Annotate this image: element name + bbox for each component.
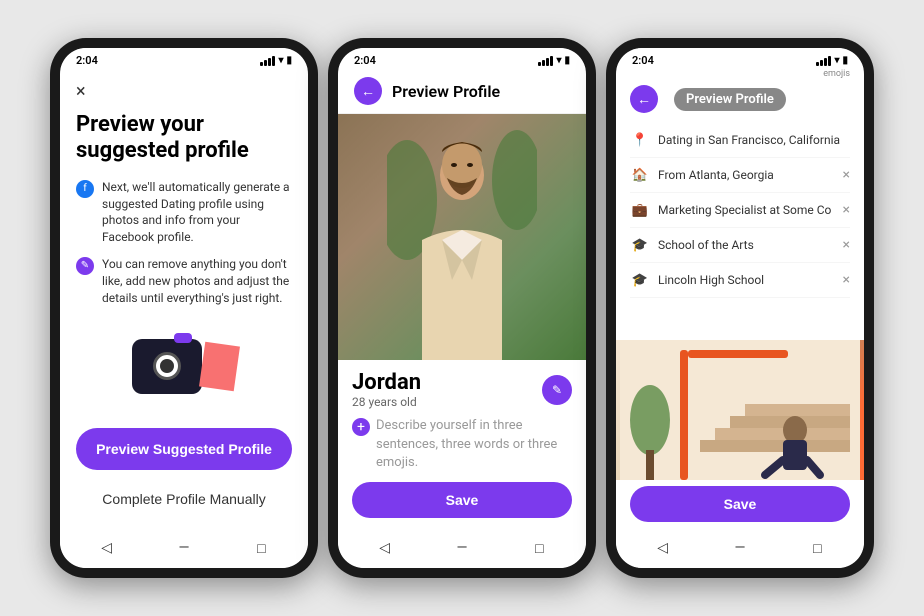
phone3-header-row: ← Preview Profile	[616, 81, 864, 119]
pencil-icon: ✎	[76, 257, 94, 275]
signal-icon	[260, 56, 275, 66]
photo-card-2	[199, 341, 240, 390]
recents-nav-3[interactable]: □	[805, 536, 829, 560]
nav-bar-1: ◁ — □	[60, 528, 308, 568]
wifi-icon-2: ▾	[556, 55, 561, 66]
bio-placeholder-text: Describe yourself in three sentences, th…	[376, 417, 572, 472]
info-item-2: ✎ You can remove anything you don't like…	[76, 256, 292, 306]
detail-text-5: Lincoln High School	[658, 273, 835, 287]
detail-item-3: 💼 Marketing Specialist at Some Co ×	[630, 193, 850, 228]
signal-icon-2	[538, 56, 553, 66]
info-item-1: f Next, we'll automatically generate a s…	[76, 179, 292, 246]
phone3-photo	[616, 340, 864, 480]
phones-container: 2:04 ▾ ▮ × Preview your suggested profil…	[40, 28, 884, 588]
bio-placeholder: + Describe yourself in three sentences, …	[352, 417, 572, 472]
person-image	[387, 120, 537, 360]
header-title-2: Preview Profile	[392, 82, 500, 101]
back-nav-3[interactable]: ◁	[651, 536, 675, 560]
location-icon: 📍	[630, 130, 650, 150]
status-icons-1: ▾ ▮	[260, 55, 292, 66]
page-title: Preview your suggested profile	[76, 112, 292, 165]
time-3: 2:04	[632, 54, 654, 67]
phone1-buttons: Preview Suggested Profile Complete Profi…	[60, 428, 308, 528]
briefcase-icon: 💼	[630, 200, 650, 220]
remove-detail-5[interactable]: ×	[843, 272, 850, 288]
battery-icon: ▮	[286, 55, 292, 66]
close-button[interactable]: ×	[76, 81, 292, 102]
phone-3-screen: 2:04 ▾ ▮ emojis ← Preview	[616, 48, 864, 568]
detail-item-5: 🎓 Lincoln High School ×	[630, 263, 850, 298]
staircase-svg	[620, 340, 860, 480]
camera-flash	[174, 333, 192, 343]
back-button-3[interactable]: ←	[630, 85, 658, 113]
profile-info-overlay: Jordan 28 years old ✎ + Describe yoursel…	[338, 360, 586, 528]
back-button-2[interactable]: ←	[354, 77, 382, 105]
emojis-label: emojis	[616, 69, 864, 81]
status-bar-3: 2:04 ▾ ▮	[616, 48, 864, 69]
complete-manually-button[interactable]: Complete Profile Manually	[76, 478, 292, 520]
info-text-2: You can remove anything you don't like, …	[102, 256, 292, 306]
wifi-icon: ▾	[278, 55, 283, 66]
camera-lens	[153, 352, 181, 380]
remove-detail-4[interactable]: ×	[843, 237, 850, 253]
back-nav-2[interactable]: ◁	[373, 536, 397, 560]
profile-name: Jordan	[352, 370, 421, 395]
preview-profile-badge: Preview Profile	[674, 88, 786, 111]
facebook-icon: f	[76, 180, 94, 198]
detail-text-2: From Atlanta, Georgia	[658, 168, 835, 182]
remove-detail-2[interactable]: ×	[843, 167, 850, 183]
status-bar-1: 2:04 ▾ ▮	[60, 48, 308, 69]
detail-text-1: Dating in San Francisco, California	[658, 133, 850, 147]
home-icon: 🏠	[630, 165, 650, 185]
profile-photo-container	[338, 114, 586, 360]
detail-item-1: 📍 Dating in San Francisco, California	[630, 123, 850, 158]
profile-details-list: 📍 Dating in San Francisco, California 🏠 …	[616, 119, 864, 340]
recents-nav-button[interactable]: □	[249, 536, 273, 560]
time-2: 2:04	[354, 54, 376, 67]
phone-3: 2:04 ▾ ▮ emojis ← Preview	[606, 38, 874, 578]
time-1: 2:04	[76, 54, 98, 67]
edit-button[interactable]: ✎	[542, 375, 572, 405]
profile-photo-bg	[338, 114, 586, 360]
phone1-content: × Preview your suggested profile f Next,…	[60, 69, 308, 428]
home-nav-button[interactable]: —	[172, 536, 196, 560]
save-button-3[interactable]: Save	[630, 486, 850, 522]
school-icon: 🎓	[630, 235, 650, 255]
detail-text-3: Marketing Specialist at Some Co	[658, 203, 835, 217]
nav-bar-2: ◁ — □	[338, 528, 586, 568]
preview-suggested-button[interactable]: Preview Suggested Profile	[76, 428, 292, 470]
illustration	[76, 316, 292, 416]
add-bio-icon[interactable]: +	[352, 418, 370, 436]
camera-lens-inner	[160, 359, 174, 373]
recents-nav-2[interactable]: □	[527, 536, 551, 560]
camera-illustration	[132, 339, 202, 394]
status-icons-2: ▾ ▮	[538, 55, 570, 66]
phone-2-screen: 2:04 ▾ ▮ ← Preview Profile	[338, 48, 586, 568]
detail-text-4: School of the Arts	[658, 238, 835, 252]
profile-name-row: Jordan 28 years old ✎	[352, 370, 572, 409]
info-text-1: Next, we'll automatically generate a sug…	[102, 179, 292, 246]
profile-age: 28 years old	[352, 395, 421, 409]
status-icons-3: ▾ ▮	[816, 55, 848, 66]
phone2-header: ← Preview Profile	[338, 69, 586, 114]
remove-detail-3[interactable]: ×	[843, 202, 850, 218]
phone-1-screen: 2:04 ▾ ▮ × Preview your suggested profil…	[60, 48, 308, 568]
detail-item-4: 🎓 School of the Arts ×	[630, 228, 850, 263]
staircase-image	[616, 340, 864, 480]
home-nav-3[interactable]: —	[728, 536, 752, 560]
home-nav-2[interactable]: —	[450, 536, 474, 560]
phone-1: 2:04 ▾ ▮ × Preview your suggested profil…	[50, 38, 318, 578]
wifi-icon-3: ▾	[834, 55, 839, 66]
battery-icon-2: ▮	[564, 55, 570, 66]
profile-name-age: Jordan 28 years old	[352, 370, 421, 409]
back-nav-button[interactable]: ◁	[95, 536, 119, 560]
nav-bar-3: ◁ — □	[616, 528, 864, 568]
highschool-icon: 🎓	[630, 270, 650, 290]
signal-icon-3	[816, 56, 831, 66]
detail-item-2: 🏠 From Atlanta, Georgia ×	[630, 158, 850, 193]
status-bar-2: 2:04 ▾ ▮	[338, 48, 586, 69]
phone-2: 2:04 ▾ ▮ ← Preview Profile	[328, 38, 596, 578]
battery-icon-3: ▮	[842, 55, 848, 66]
save-button-2[interactable]: Save	[352, 482, 572, 518]
